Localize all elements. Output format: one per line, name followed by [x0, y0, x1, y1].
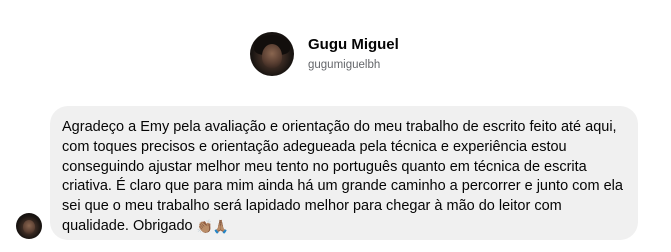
profile-handle: gugumiguelbh: [308, 59, 381, 71]
profile-avatar[interactable]: [250, 32, 294, 76]
avatar-face: [262, 44, 282, 68]
chat-view: Gugu Miguel gugumiguelbh Agradeço a Emy …: [0, 0, 671, 252]
profile-info: Gugu Miguel gugumiguelbh: [308, 36, 399, 72]
profile-name[interactable]: Gugu Miguel: [308, 36, 399, 54]
clapping-hands-emoji: 👏🏽: [196, 218, 213, 234]
sender-avatar[interactable]: [16, 213, 42, 239]
message-bubble[interactable]: Agradeço a Emy pela avaliação e orientaç…: [50, 106, 638, 240]
folded-hands-emoji: 🙏🏽: [212, 218, 230, 234]
profile-header: Gugu Miguel gugumiguelbh: [250, 32, 399, 76]
avatar-face: [23, 220, 35, 234]
message-text: Agradeço a Emy pela avaliação e orientaç…: [62, 119, 623, 234]
